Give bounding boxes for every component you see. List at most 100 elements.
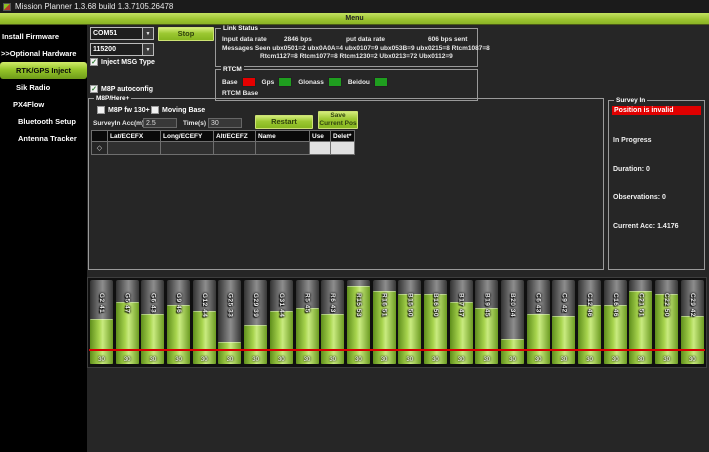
mission-planner-window: Mission Planner 1.3.68 build 1.3.7105.26… <box>0 0 709 452</box>
snr-threshold-value-label: 30 <box>355 357 362 363</box>
cell-use-checkbox[interactable] <box>309 141 331 155</box>
snr-bar-label: G29 39 <box>252 293 260 318</box>
snr-bar-C22: C22 50 30 <box>655 280 679 364</box>
menu-bar[interactable]: Menu <box>0 13 709 25</box>
cell-delete-button[interactable] <box>330 141 355 155</box>
sidebar: Install Firmware >>Optional Hardware RTK… <box>0 25 87 452</box>
checkbox-unchecked-icon[interactable] <box>97 106 105 114</box>
snr-bar-B17: B17 47 30 <box>449 280 473 364</box>
snr-threshold-value-label: 30 <box>252 357 259 363</box>
save-pos-line2: Current Pos <box>319 120 357 127</box>
cell-alt[interactable] <box>213 141 256 155</box>
sidebar-item-sik-radio[interactable]: Sik Radio <box>0 79 87 96</box>
table-header-row: Lat/ECEFX Long/ECEFY Alt/ECEFZ Name Use … <box>91 130 355 142</box>
beidou-status-led <box>373 77 388 87</box>
snr-threshold-value-label: 30 <box>123 357 131 363</box>
snr-bar-R16: R16 51 30 <box>372 280 396 364</box>
m8p-title: M8P/Here+ <box>94 95 132 102</box>
header-delete: Delet* <box>330 130 355 142</box>
snr-bar-label: B15 50 <box>406 293 414 317</box>
snr-bar-label: G6 43 <box>149 293 157 314</box>
messages-seen-line1: Messages Seen ubx0501=2 ubx0A0A=4 ubx010… <box>222 45 490 52</box>
snr-threshold-value-label: 30 <box>175 357 182 363</box>
snr-threshold-value-label: 30 <box>534 357 542 363</box>
snr-threshold-value-label: 30 <box>432 357 439 363</box>
m8p-autoconfig-checkbox[interactable]: ✓ M8P autoconfig <box>90 85 153 93</box>
rtcm-groupbox: RTCM Base Gps Glonass Beidou RTCM Base <box>215 66 478 101</box>
moving-base-label: Moving Base <box>162 106 206 114</box>
snr-bar-B16: B16 50 30 <box>423 280 447 364</box>
rtcm-base-text: Base <box>222 78 238 86</box>
sidebar-item-rtk-gps-inject[interactable]: RTK/GPS Inject <box>0 62 87 79</box>
stop-button[interactable]: Stop <box>158 27 214 41</box>
checkbox-unchecked-icon[interactable] <box>151 106 159 114</box>
snr-threshold-value-label: 30 <box>637 357 645 363</box>
snr-bar-label: B17 47 <box>457 293 465 317</box>
output-rate-label: put data rate <box>346 36 386 43</box>
cell-lat[interactable] <box>107 141 161 155</box>
snr-bar-fill <box>167 305 191 364</box>
window-title: Mission Planner 1.3.68 build 1.3.7105.26… <box>15 2 174 11</box>
row-selector-icon[interactable]: ◇ <box>91 141 108 155</box>
base-position-table: Lat/ECEFX Long/ECEFY Alt/ECEFZ Name Use … <box>91 130 355 155</box>
snr-bar-label: G2 41 <box>98 293 105 314</box>
snr-bar-label: B20 34 <box>509 293 516 317</box>
survey-in-title: Survey In <box>614 97 648 104</box>
cell-name[interactable] <box>255 141 310 155</box>
restart-button[interactable]: Restart <box>255 115 313 129</box>
snr-bar-label: R5 45 <box>303 293 311 313</box>
sidebar-item-px4flow[interactable]: PX4Flow <box>0 96 87 113</box>
rtcm-base-label: RTCM Base <box>222 90 259 97</box>
checkbox-checked-icon[interactable]: ✓ <box>90 85 98 93</box>
snr-bar-B15: B15 50 30 <box>398 280 422 364</box>
m8p-fw-checkbox[interactable]: M8P fw 130+ <box>97 106 150 114</box>
survey-details: In Progress Duration: 0 Observations: 0 … <box>613 117 679 250</box>
snr-bar-label: B19 45 <box>483 293 491 317</box>
link-status-title: Link Status <box>221 25 261 32</box>
snr-threshold-value-label: 30 <box>98 357 105 363</box>
menu-label[interactable]: Menu <box>345 15 363 22</box>
snr-bar-G12: G12 44 30 <box>192 280 216 364</box>
snr-bar-G31: G31 44 30 <box>269 280 293 364</box>
snr-bar-B20: B20 34 30 <box>501 280 524 364</box>
survey-duration: Duration: 0 <box>613 165 650 173</box>
input-rate-value: 2846 bps <box>284 36 312 43</box>
rtcm-glonass-text: Glonass <box>298 78 324 86</box>
snr-bar-G5: G5 47 30 <box>115 280 139 364</box>
survey-observations: Observations: 0 <box>613 194 666 201</box>
snr-threshold-value-label: 30 <box>329 357 337 363</box>
surveyin-acc-value: 2.5 <box>146 119 156 127</box>
baud-rate-value: 115200 <box>93 46 116 53</box>
base-status-led <box>241 77 256 87</box>
surveyin-acc-input[interactable]: 2.5 <box>143 118 177 128</box>
snr-threshold-value-label: 30 <box>457 357 465 363</box>
com-port-value: COM51 <box>93 30 118 37</box>
moving-base-checkbox[interactable]: Moving Base <box>151 106 205 114</box>
sidebar-item-install-firmware[interactable]: Install Firmware <box>0 28 87 45</box>
chevron-down-icon[interactable]: ▼ <box>142 28 153 39</box>
snr-bar-label: G5 47 <box>123 293 131 314</box>
cell-long[interactable] <box>160 141 214 155</box>
chevron-down-icon[interactable]: ▼ <box>142 44 153 55</box>
snr-bar-label: C21 51 <box>637 293 645 317</box>
save-pos-line1: Save <box>330 112 346 119</box>
checkbox-checked-icon[interactable]: ✓ <box>90 58 98 66</box>
sidebar-item-optional-hardware[interactable]: >>Optional Hardware <box>0 45 87 62</box>
com-port-select[interactable]: COM51 ▼ <box>90 27 154 40</box>
header-lat: Lat/ECEFX <box>107 130 161 142</box>
time-input[interactable]: 30 <box>208 118 242 128</box>
baud-rate-select[interactable]: 115200 ▼ <box>90 43 154 56</box>
survey-progress: In Progress <box>613 137 652 144</box>
snr-bar-label: C6 43 <box>534 293 542 313</box>
snr-threshold-value-label: 30 <box>663 357 670 363</box>
header-name: Name <box>255 130 310 142</box>
sidebar-item-bluetooth-setup[interactable]: Bluetooth Setup <box>0 113 87 130</box>
save-current-pos-button[interactable]: Save Current Pos <box>318 111 358 129</box>
snr-bar-C9: C9 42 30 <box>552 280 576 364</box>
inject-msg-type-checkbox[interactable]: ✓ Inject MSG Type <box>90 58 155 66</box>
sidebar-item-antenna-tracker[interactable]: Antenna Tracker <box>0 130 87 147</box>
main-panel: COM51 ▼ Stop 115200 ▼ ✓ Inject MSG Type … <box>87 25 709 452</box>
snr-bar-G2: G2 41 30 <box>90 280 113 364</box>
snr-threshold-value-label: 30 <box>560 357 568 363</box>
snr-bar-G29: G29 39 30 <box>244 280 268 364</box>
